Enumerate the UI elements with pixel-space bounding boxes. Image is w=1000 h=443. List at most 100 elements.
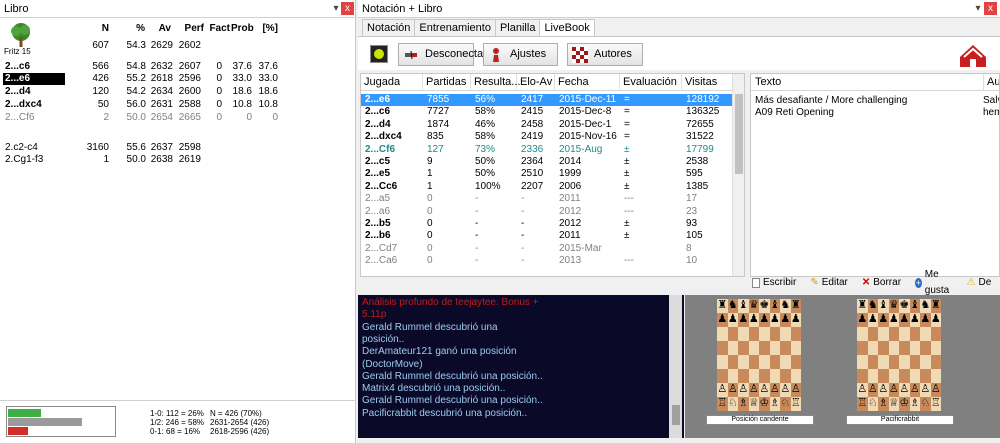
col-n[interactable]: N <box>97 23 109 35</box>
date: 1999 <box>559 168 582 180</box>
tab-planilla[interactable]: Planilla <box>494 19 541 36</box>
col-pctb[interactable]: [%] <box>258 23 278 35</box>
chat-scroll-thumb[interactable] <box>672 405 680 425</box>
comment-text[interactable]: A09 Reti Opening <box>755 107 834 119</box>
delete-button[interactable]: ✕ Borrar <box>862 275 908 291</box>
evaluation: = <box>624 94 630 105</box>
result: - <box>475 205 479 217</box>
livebook-row[interactable]: 2...a5 0 - - 2011 --- 17 <box>361 193 733 205</box>
date: 2015-Mar <box>559 242 602 254</box>
win-bar <box>8 409 41 417</box>
games: 9 <box>427 156 433 167</box>
pctb: 10.8 <box>258 99 278 110</box>
move: 2...d4 <box>365 118 391 130</box>
games: 7855 <box>427 94 450 105</box>
edit-button[interactable]: ✎ Editar <box>810 275 855 291</box>
close-notation-pane-button[interactable]: x <box>984 2 997 15</box>
pctb: 0 <box>272 112 278 123</box>
livebook-row[interactable]: 2...d4 1874 46% 2458 2015-Dec-1 = 72655 <box>361 119 733 131</box>
n: 2 <box>103 112 109 123</box>
date: 2015-Aug <box>559 143 603 155</box>
visits: 595 <box>686 168 703 180</box>
elo: 2207 <box>521 180 544 192</box>
livebook-row[interactable]: 2...e5 1 50% 2510 1999 ±595 <box>361 168 733 180</box>
book-home-icon[interactable] <box>956 39 990 69</box>
col-elo[interactable]: Elo-Av <box>517 74 555 91</box>
evaluation: ± <box>624 180 630 192</box>
col-resultado[interactable]: Resulta... <box>471 74 520 91</box>
book-move-row[interactable]: 2...e6 426 55.2 2618 2596 0 33.0 33.0 <box>0 73 290 85</box>
col-av[interactable]: Av <box>155 23 171 35</box>
pencil-icon: ✎ <box>810 277 819 288</box>
book-move-row[interactable]: 2...Cf6 2 50.0 2654 2665 0 0 0 <box>0 112 290 124</box>
livebook-row[interactable]: 2...Cd7 0 - - 2015-Mar 8 <box>361 243 733 255</box>
livebook-row[interactable]: 2...b5 0 - - 2012 ±93 <box>361 218 733 230</box>
pawn-icon <box>488 47 504 63</box>
authors-button[interactable]: Autores <box>567 43 643 66</box>
col-evaluacion[interactable]: Evaluación <box>620 74 682 91</box>
col-pct[interactable]: % <box>133 23 145 35</box>
result: 100% <box>475 180 501 192</box>
move: 2...e6 <box>5 73 31 84</box>
livebook-row[interactable]: 2...Ca6 0 - - 2013 --- 10 <box>361 255 733 267</box>
col-fact[interactable]: Fact <box>208 23 230 35</box>
livebook-row[interactable]: 2...c5 9 50% 2364 2014 ±2538 <box>361 156 733 168</box>
book-alt-row[interactable]: 2.Cg1-f3 1 50.0 2638 2619 <box>0 154 290 166</box>
book-move-row[interactable]: 2...c6 566 54.8 2632 2607 0 37.6 37.6 <box>0 61 290 73</box>
livebook-row[interactable]: 2...dxc4 835 58% 2419 2015-Nov-16 = 31522 <box>361 131 733 143</box>
feed-line: Gerald Rummel descubrió una <box>362 321 498 333</box>
pacificrabbit-board[interactable]: ♜ ♞ ♝ ♛ ♚ ♝ ♞ ♜ ♟ ♟ ♟ ♟ ♟ ♟ ♟ ♟ ♙ ♙ ♙ ♙ ♙ ♙ ♙ ♙ ♖ ♘ ♗ ♕ ♔ ♗ ♘ ♖ <box>857 299 941 411</box>
visits: 93 <box>686 218 698 229</box>
col-autor[interactable]: Autor <box>983 74 999 91</box>
evaluation: --- <box>624 205 634 217</box>
grid-scrollbar[interactable] <box>732 74 744 276</box>
book-pane-title: Libro <box>4 2 29 15</box>
hot-position-board[interactable]: ♜ ♞ ♝ ♛ ♚ ♝ ♞ ♜ ♟ ♟ ♟ ♟ ♟ ♟ ♟ ♟ ♙ ♙ ♙ ♙ ♙ ♙ ♙ ♙ ♖ ♘ ♗ ♕ ♔ ♗ ♘ ♖ <box>717 299 801 411</box>
livebook-row[interactable]: 2...Cc6 1 100% 2207 2006 ±1385 <box>361 181 733 193</box>
book-alt-row[interactable]: 2.c2-c4 3160 55.6 2637 2598 <box>0 142 290 154</box>
book-header-row: N % Av Perf Fact Prob [%] <box>0 23 290 35</box>
chat-scrollbar[interactable] <box>669 295 682 438</box>
move: 2...Cd7 <box>365 242 398 254</box>
move: 2...dxc4 <box>5 99 42 110</box>
date: 2013 <box>559 255 582 267</box>
comment-text[interactable]: Más desafiante / More challenging <box>755 95 907 107</box>
book-move-row[interactable]: 2...d4 120 54.2 2634 2600 0 18.6 18.6 <box>0 86 290 98</box>
tab-livebook[interactable]: LiveBook <box>539 19 595 37</box>
col-partidas[interactable]: Partidas <box>423 74 471 91</box>
visits: 10 <box>686 255 698 267</box>
settings-button[interactable]: Ajustes <box>483 43 558 66</box>
pct: 50.0 <box>126 112 146 123</box>
livebook-row[interactable]: 2...Cf6 127 73% 2336 2015-Aug ±17799 <box>361 144 733 156</box>
delete-label: Borrar <box>873 277 902 288</box>
col-prob[interactable]: Prob <box>231 23 254 35</box>
tab-notacion[interactable]: Notación <box>362 19 416 36</box>
col-texto[interactable]: Texto <box>755 74 781 91</box>
elo: 2415 <box>521 106 544 118</box>
date: 2011 <box>559 193 581 205</box>
like-button[interactable]: + Me gusta <box>915 269 959 296</box>
pctb: 37.6 <box>258 61 278 72</box>
pin-icon[interactable]: ▾ <box>972 3 984 15</box>
elo: - <box>521 230 525 242</box>
tab-entrenamiento[interactable]: Entrenamiento <box>414 19 496 36</box>
move: 2...c6 <box>365 106 391 118</box>
draw-bar <box>8 418 82 426</box>
date: 2006 <box>559 180 582 192</box>
disconnect-button[interactable]: Desconectar <box>398 43 487 66</box>
livebook-row[interactable]: 2...a6 0 - - 2012 --- 23 <box>361 206 733 218</box>
report-button[interactable]: ⚠ De <box>967 275 999 291</box>
col-perf[interactable]: Perf <box>180 23 204 35</box>
col-jugada[interactable]: Jugada <box>361 74 423 91</box>
livebook-row[interactable]: 2...c6 7727 58% 2415 2015-Dec-8 = 136325 <box>361 106 733 118</box>
livebook-row[interactable]: 2...b6 0 - - 2011 ±105 <box>361 230 733 242</box>
book-move-row[interactable]: 2...dxc4 50 56.0 2631 2588 0 10.8 10.8 <box>0 99 290 111</box>
col-fecha[interactable]: Fecha <box>555 74 620 91</box>
write-button[interactable]: Escribir <box>752 275 803 291</box>
feed-line: Análisis profundo de teejaytee. Bonus + <box>362 297 539 308</box>
close-book-pane-button[interactable]: x <box>341 2 354 15</box>
fact: 0 <box>216 61 222 72</box>
livebook-row[interactable]: 2...e6 7855 56% 2417 2015-Dec-11 = 128192 <box>361 94 733 106</box>
grid-scroll-thumb[interactable] <box>735 94 743 174</box>
activity-feed: Análisis profundo de teejaytee. Bonus +5… <box>358 295 684 438</box>
